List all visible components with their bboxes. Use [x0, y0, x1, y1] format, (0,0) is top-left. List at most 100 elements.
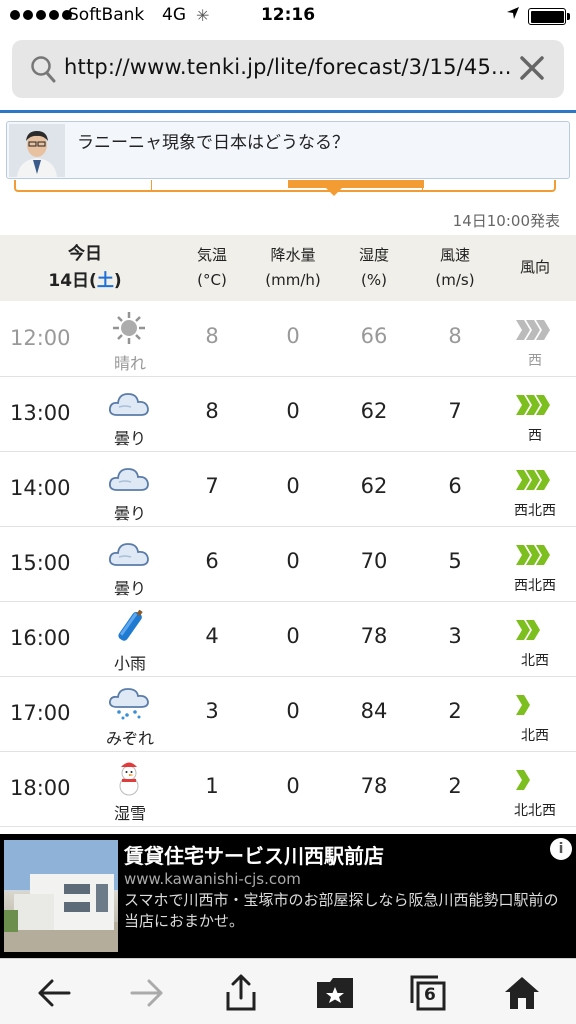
table-row: 13:00 曇り 8 0 62 7 西	[0, 377, 576, 452]
row-wind-speed: 6	[448, 474, 462, 498]
row-rain: 0	[286, 699, 300, 723]
ad-description[interactable]: スマホで川西市・宝塚市のお部屋探しなら阪急川西能勢口駅前の当店におまかせ。	[124, 890, 570, 932]
status-time: 12:16	[260, 5, 316, 25]
header-humidity-label: 湿度	[358, 246, 389, 264]
header-weekday: 土	[96, 271, 114, 291]
cloud-icon	[107, 535, 151, 571]
row-wind-speed: 5	[448, 549, 462, 573]
wind-direction-icon	[512, 766, 556, 794]
header-wind: 風速 (m/s)	[420, 243, 490, 293]
ad-banner[interactable]: 賃貸住宅サービス川西駅前店 www.kawanishi-cjs.com スマホで…	[0, 834, 576, 958]
row-weather: 曇り	[113, 504, 146, 523]
row-humidity: 84	[360, 699, 388, 723]
news-banner[interactable]: ラニーニャ現象で日本はどうなる？	[6, 121, 570, 179]
banner-headline[interactable]: ラニーニャ現象で日本はどうなる？	[77, 128, 349, 153]
header-wind-unit: (m/s)	[435, 271, 475, 289]
address-bar[interactable]: http://www.tenki.jp/lite/forecast/3/15/4…	[12, 40, 564, 98]
day-tabs	[14, 180, 556, 196]
header-wind-label: 風速	[439, 246, 470, 264]
table-row: 15:00 曇り 6 0 70 5 西北西	[0, 527, 576, 602]
row-time: 14:00	[10, 476, 71, 500]
row-weather: 曇り	[113, 579, 146, 598]
row-wind-direction: 北西	[521, 653, 549, 669]
search-icon	[30, 55, 56, 87]
header-rain-label: 降水量	[270, 246, 316, 264]
row-humidity: 78	[360, 624, 388, 648]
umbrella-icon	[107, 609, 151, 646]
table-row: 12:00 晴れ 8 0 66 8 西	[0, 302, 576, 377]
row-rain: 0	[286, 474, 300, 498]
wind-direction-icon	[512, 616, 556, 644]
row-wind-direction: 北北西	[514, 803, 556, 819]
row-humidity: 78	[360, 774, 388, 798]
ad-image[interactable]	[4, 840, 118, 952]
back-arrow-icon[interactable]	[32, 971, 76, 1015]
battery-icon	[528, 8, 570, 25]
wind-direction-icon	[512, 691, 556, 719]
row-temp: 8	[205, 399, 219, 423]
info-icon[interactable]: i	[550, 838, 572, 860]
row-time: 13:00	[10, 401, 71, 425]
row-rain: 0	[286, 399, 300, 423]
share-icon[interactable]	[219, 971, 263, 1015]
forecast-table-header: 今日 14日(土) 気温 (°C) 降水量 (mm/h) 湿度 (%) 風速 (…	[0, 235, 576, 301]
header-rain: 降水量 (mm/h)	[253, 243, 333, 293]
url-text[interactable]: http://www.tenki.jp/lite/forecast/3/15/4…	[64, 55, 512, 79]
home-icon[interactable]	[500, 971, 544, 1015]
row-humidity: 70	[360, 549, 388, 573]
tabs-icon[interactable]: 6	[406, 971, 450, 1015]
table-row: 16:00 小雨 4 0 78 3 北西	[0, 602, 576, 677]
row-temp: 8	[205, 324, 219, 348]
row-wind-direction: 西	[528, 353, 542, 369]
ad-url[interactable]: www.kawanishi-cjs.com	[124, 870, 301, 888]
row-time: 15:00	[10, 551, 71, 575]
row-humidity: 62	[360, 474, 388, 498]
tab-pointer	[326, 188, 342, 196]
row-humidity: 62	[360, 399, 388, 423]
header-date: 14日(土)	[0, 268, 170, 295]
location-arrow-icon	[506, 6, 520, 24]
row-weather: 曇り	[113, 429, 146, 448]
row-weather: 小雨	[113, 654, 146, 673]
header-temp: 気温 (°C)	[182, 243, 242, 293]
row-wind-speed: 8	[448, 324, 462, 348]
row-rain: 0	[286, 624, 300, 648]
header-today-label: 今日	[68, 244, 102, 264]
tab-count: 6	[424, 985, 436, 1005]
wind-direction-icon	[512, 466, 556, 494]
row-wind-direction: 北西	[521, 728, 549, 744]
close-icon[interactable]	[518, 54, 546, 86]
tab-divider	[422, 180, 423, 190]
avatar	[9, 124, 65, 177]
snowman-icon	[107, 760, 151, 796]
header-date-prefix: 14日(	[48, 271, 97, 291]
row-temp: 7	[205, 474, 219, 498]
sun-icon	[107, 310, 151, 346]
header-humidity-unit: (%)	[361, 271, 387, 289]
row-temp: 1	[205, 774, 219, 798]
tab-active-indicator[interactable]	[288, 180, 424, 188]
header-rain-unit: (mm/h)	[265, 271, 321, 289]
header-today: 今日 14日(土)	[0, 241, 170, 295]
row-time: 16:00	[10, 626, 71, 650]
row-weather: みぞれ	[105, 729, 154, 748]
header-temp-label: 気温	[196, 246, 227, 264]
wind-direction-icon	[512, 316, 556, 344]
row-temp: 3	[205, 699, 219, 723]
row-wind-speed: 2	[448, 774, 462, 798]
ad-title[interactable]: 賃貸住宅サービス川西駅前店	[124, 840, 384, 869]
bookmarks-icon[interactable]	[313, 971, 357, 1015]
row-wind-speed: 3	[448, 624, 462, 648]
row-rain: 0	[286, 549, 300, 573]
header-temp-unit: (°C)	[197, 271, 227, 289]
row-temp: 6	[205, 549, 219, 573]
page-load-divider	[0, 110, 576, 113]
row-wind-direction: 西北西	[514, 503, 556, 519]
header-humidity: 湿度 (%)	[344, 243, 404, 293]
browser-toolbar: 6	[0, 958, 576, 1024]
row-wind-speed: 7	[448, 399, 462, 423]
row-weather: 晴れ	[113, 354, 146, 373]
row-wind-direction: 西北西	[514, 578, 556, 594]
forward-arrow-icon[interactable]	[125, 971, 169, 1015]
wind-direction-icon	[512, 541, 556, 569]
